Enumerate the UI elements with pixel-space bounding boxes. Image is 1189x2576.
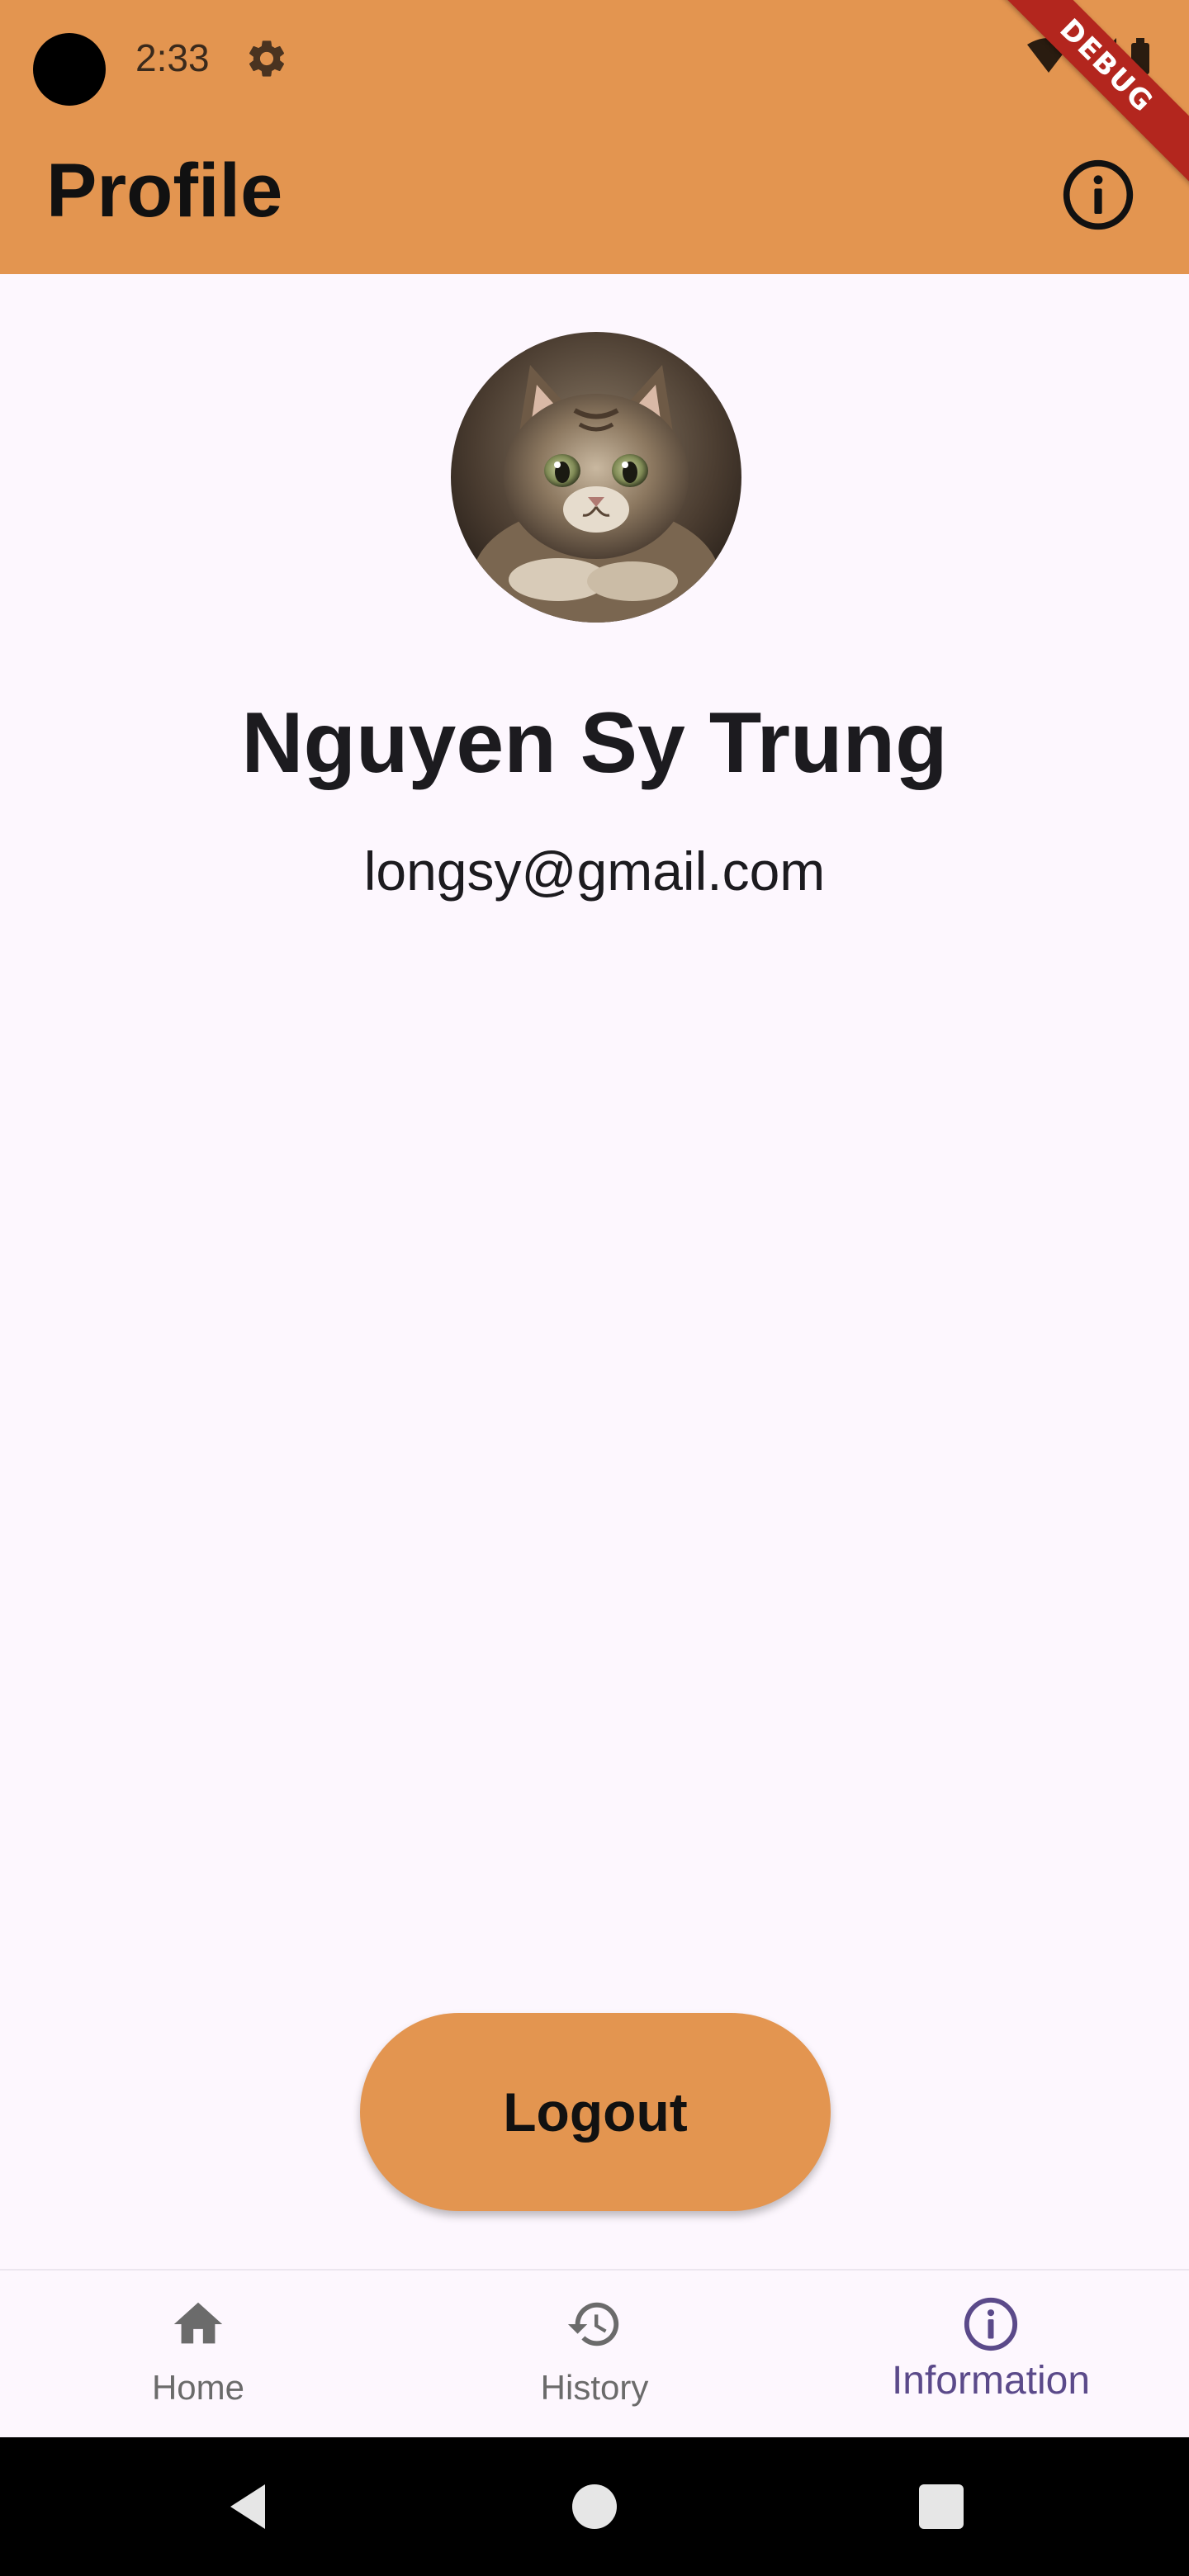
home-circle-icon[interactable] (565, 2477, 624, 2536)
bottom-nav: Home History Information (0, 2269, 1189, 2436)
app-bar: 2:33 DEBUG Profile (0, 0, 1189, 274)
camera-cutout (33, 33, 106, 106)
nav-item-information[interactable]: Information (793, 2271, 1189, 2437)
profile-name: Nguyen Sy Trung (241, 695, 948, 791)
nav-item-home[interactable]: Home (0, 2271, 396, 2437)
nav-label-information: Information (891, 2359, 1091, 2403)
home-icon (173, 2302, 223, 2344)
nav-label-history: History (540, 2368, 649, 2407)
status-time: 2:33 (135, 36, 210, 79)
back-icon[interactable] (218, 2477, 277, 2536)
nav-item-history[interactable]: History (396, 2271, 793, 2437)
recents-icon[interactable] (912, 2477, 971, 2536)
kitten-avatar (451, 332, 741, 623)
logout-button[interactable]: Logout (360, 2013, 831, 2211)
info-icon[interactable] (1060, 157, 1136, 233)
profile-email: longsy@gmail.com (363, 841, 826, 902)
nav-label-home: Home (151, 2368, 245, 2407)
system-nav-bar (0, 2437, 1189, 2576)
gear-icon (249, 40, 285, 77)
history-icon (567, 2302, 619, 2346)
info-icon (964, 2297, 1018, 2351)
avatar (451, 332, 741, 623)
status-bar: 2:33 (0, 0, 1189, 116)
page-title: Profile (46, 149, 283, 233)
